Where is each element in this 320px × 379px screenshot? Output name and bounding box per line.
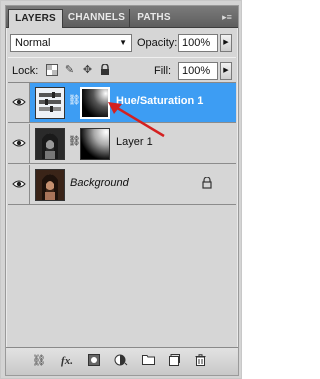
panel-menu-icon[interactable]: ▸≡	[220, 11, 234, 23]
eye-icon	[12, 180, 26, 188]
lock-label: Lock:	[12, 65, 39, 77]
fill-field[interactable]: 100%	[178, 62, 218, 80]
opacity-slider-button[interactable]: ▶	[220, 34, 232, 52]
portrait-bw-thumbnail-icon	[36, 129, 64, 159]
lock-row: Lock: ✎ ✥ Fill: 100% ▶	[6, 61, 238, 81]
hue-saturation-adjustment-icon	[36, 88, 64, 118]
fill-label: Fill:	[154, 65, 172, 77]
eye-icon	[12, 139, 26, 147]
tab-layers[interactable]: LAYERS	[8, 9, 63, 28]
layer-thumbnail[interactable]	[35, 128, 65, 160]
visibility-toggle[interactable]	[8, 83, 30, 122]
group-folder-icon[interactable]	[140, 354, 156, 368]
tab-channels[interactable]: CHANNELS	[64, 9, 130, 28]
blend-mode-select[interactable]: Normal ▼	[10, 34, 132, 52]
portrait-color-thumbnail-icon	[36, 170, 64, 200]
blend-row: Normal ▼ Opacity: 100% ▶	[6, 32, 238, 54]
mask-gradient-icon	[81, 129, 109, 159]
fx-icon[interactable]: fx.	[58, 354, 76, 368]
lock-all-icon[interactable]	[98, 63, 111, 77]
annotation-arrow	[108, 102, 165, 138]
opacity-label: Opacity:	[137, 37, 178, 49]
layer-lock-icon	[202, 176, 212, 192]
add-mask-icon[interactable]	[86, 354, 102, 368]
adjustment-thumbnail[interactable]	[35, 87, 65, 119]
link-icon[interactable]: ⛓	[68, 136, 81, 147]
visibility-toggle[interactable]	[8, 124, 30, 163]
new-layer-icon[interactable]	[166, 354, 182, 368]
layer-name[interactable]: Background	[70, 177, 129, 189]
fill-slider-button[interactable]: ▶	[220, 62, 232, 80]
adjustment-layer-icon[interactable]	[112, 354, 130, 368]
layer-thumbnail[interactable]	[35, 169, 65, 201]
layer-row-background[interactable]: Background	[8, 165, 236, 205]
opacity-field[interactable]: 100%	[178, 34, 218, 52]
lock-transparent-icon[interactable]	[45, 64, 58, 77]
tab-bar: LAYERS CHANNELS PATHS ▸≡	[6, 6, 238, 28]
link-icon[interactable]: ⛓	[68, 95, 81, 106]
trash-icon[interactable]	[192, 354, 208, 368]
visibility-toggle[interactable]	[8, 165, 30, 204]
lock-position-icon[interactable]: ✥	[81, 64, 94, 77]
blend-mode-value: Normal	[15, 37, 51, 49]
tab-paths[interactable]: PATHS	[130, 9, 178, 28]
bottom-toolbar: ⛓ fx.	[6, 347, 238, 375]
divider	[8, 57, 236, 58]
eye-icon	[12, 98, 26, 106]
chevron-down-icon: ▼	[119, 38, 127, 47]
layers-panel: LAYERS CHANNELS PATHS ▸≡ Normal ▼ Opacit…	[5, 5, 239, 376]
lock-paint-icon[interactable]: ✎	[63, 64, 76, 77]
window-frame: LAYERS CHANNELS PATHS ▸≡ Normal ▼ Opacit…	[0, 0, 242, 379]
link-layers-icon[interactable]: ⛓	[30, 354, 48, 368]
